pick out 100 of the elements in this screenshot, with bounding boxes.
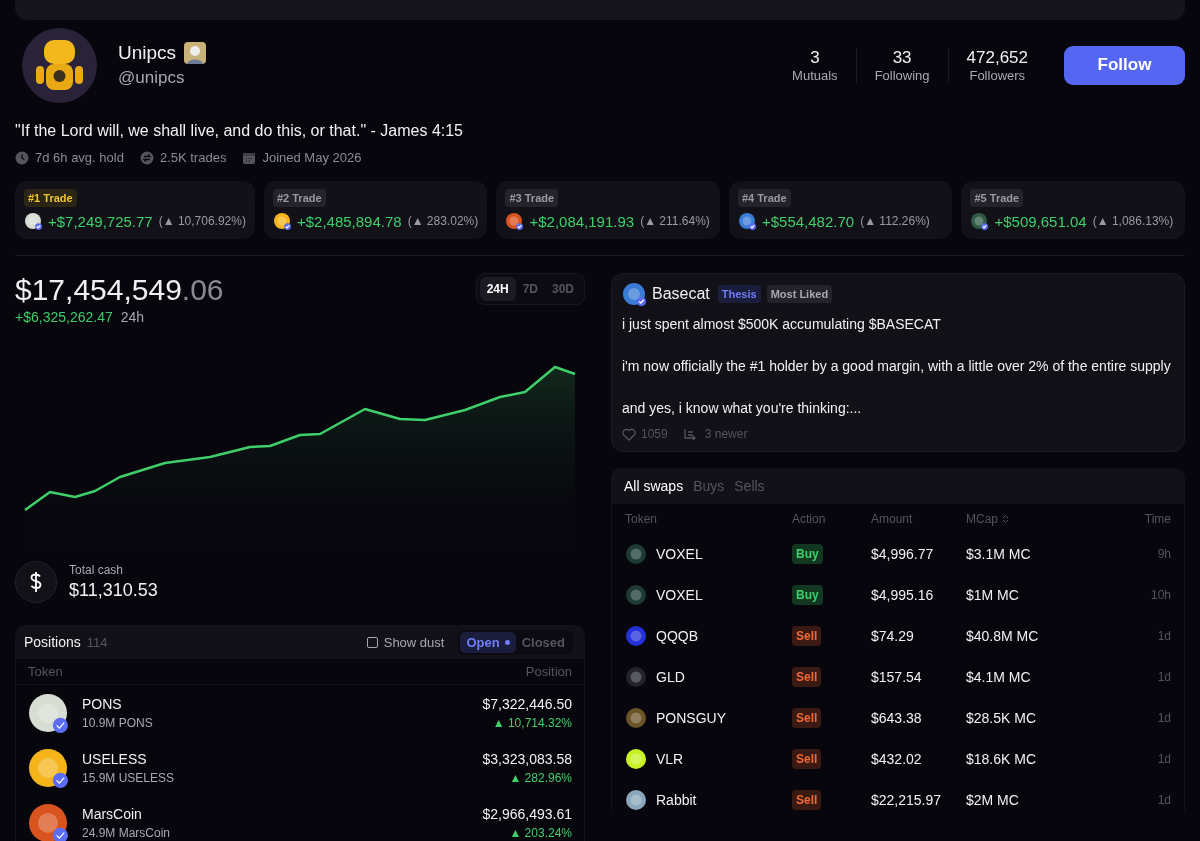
swap-amount: $4,995.16 [871,586,935,603]
filter-tab[interactable]: Open [460,631,516,653]
cash-label: Total cash [69,563,125,577]
newer-count: 3 newer [704,427,748,441]
action-badge: Sell [792,666,822,687]
position-percent: ▲ 282.96% [509,770,572,785]
follow-button[interactable]: Follow [1064,45,1185,85]
swap-amount: $157.54 [871,668,923,685]
post-text: and yes, i know what you're thinking:... [622,399,863,418]
panel-title: Positions [24,634,81,650]
stat-label: Followers [969,67,1026,83]
swap-time: 1d [1157,751,1171,766]
token-name: PONS [82,695,123,712]
position-percent: ▲ 10,714.32% [492,715,572,730]
profile-name: Unipcs [118,42,177,64]
column-header: Amount [871,511,914,526]
trade-card[interactable]: #5 Trade +$509,651.04 (▲ 1,086.13%) [961,181,1185,239]
market-cap: $40.8M MC [966,627,1040,644]
swap-icon [139,150,154,165]
trade-card[interactable]: #3 Trade +$2,084,191.93 (▲ 211.64%) [496,181,720,239]
swap-tab[interactable]: All swaps [624,478,684,494]
market-cap: $28.5K MC [966,709,1038,726]
action-badge: Sell [792,625,822,646]
range-tab[interactable]: 24H [479,277,516,301]
swap-amount: $643.38 [871,709,923,726]
trade-percent: (▲ 211.64%) [640,214,710,228]
trade-card[interactable]: #1 Trade +$7,249,725.77 (▲ 10,706.92%) [15,181,255,239]
swap-amount: $4,996.77 [871,545,935,562]
token-name: VOXEL [656,545,703,562]
token-icon [24,212,42,230]
calendar-icon [242,150,257,165]
profile-badge-icon [184,42,207,64]
swap-time: 9h [1157,546,1171,561]
trade-rank: #4 Trade [737,189,791,207]
token-icon [622,282,646,306]
stat-label: Mutuals [792,67,838,83]
sort-icon[interactable] [1002,513,1009,524]
post-tag: Thesis [717,285,761,303]
position-percent: ▲ 203.24% [509,825,572,840]
swap-amount: $22,215.97 [871,791,943,808]
action-badge: Buy [792,584,823,605]
token-name: VOXEL [656,586,703,603]
stat-value: 472,652 [966,47,1028,68]
token-icon [28,747,68,788]
market-cap: $18.6K MC [966,750,1038,767]
trade-gain: +$7,249,725.77 [48,212,153,230]
token-name: GLD [656,668,685,685]
action-badge: Buy [792,543,823,564]
profile-bio: "If the Lord will, we shall live, and do this, or that." - James 4:15 [15,122,464,140]
token-icon [625,583,647,606]
swap-time: 10h [1150,587,1171,602]
position-value: $7,322,446.50 [482,695,572,712]
swap-time: 1d [1157,792,1171,807]
clock-icon [15,150,29,165]
token-icon [272,212,291,230]
action-badge: Sell [792,707,822,728]
market-cap: $1M MC [966,586,1020,603]
trade-rank: #2 Trade [272,189,326,207]
stat-value: 3 [810,47,820,68]
heart-icon [622,427,636,441]
token-icon [625,665,647,688]
position-value: $3,323,083.58 [482,750,572,767]
token-name: USELESS [82,750,148,767]
column-header: Action [792,511,827,526]
change-period: 24h [120,309,145,325]
token-icon [505,212,524,230]
token-icon [625,747,647,770]
position-value: $2,966,493.61 [482,805,572,822]
swap-time: 1d [1157,628,1171,643]
token-icon [625,788,647,811]
token-icon [28,692,68,733]
stat-label: Following [874,67,930,83]
trade-percent: (▲ 10,706.92%) [158,214,246,228]
portfolio-change: +$6,325,262.47 [15,309,113,325]
token-name: Rabbit [656,791,697,808]
token-icon [28,802,68,841]
profile-handle: @unipcs [118,68,186,88]
dollar-icon [15,561,57,603]
action-badge: Sell [792,748,822,769]
market-cap: $4.1M MC [966,668,1032,685]
trade-rank: #1 Trade [24,189,77,207]
trade-percent: (▲ 1,086.13%) [1092,214,1174,228]
trade-rank: #5 Trade [970,189,1024,207]
token-amount: 15.9M USELESS [82,770,175,785]
market-cap: $2M MC [966,791,1020,808]
cash-value: $11,310.53 [69,580,158,601]
column-header: Token [625,511,659,526]
portfolio-value: $17,454,549.06 [15,273,224,307]
swap-time: 1d [1157,710,1171,725]
trade-percent: (▲ 112.26%) [860,214,930,228]
trade-card[interactable]: #4 Trade +$554,482.70 (▲ 112.26%) [728,181,953,239]
profile-meta: 2.5K trades [159,150,227,165]
swap-time: 1d [1157,669,1171,684]
stat-value: 33 [892,47,912,68]
profile-meta: Joined May 2026 [262,150,362,165]
trade-card[interactable]: #2 Trade +$2,485,894.78 (▲ 283.02%) [263,181,488,239]
token-icon [625,706,647,729]
column-header: Time [1144,511,1171,526]
show-dust-checkbox[interactable]: Show dust [360,633,451,651]
trade-gain: +$509,651.04 [994,212,1087,230]
